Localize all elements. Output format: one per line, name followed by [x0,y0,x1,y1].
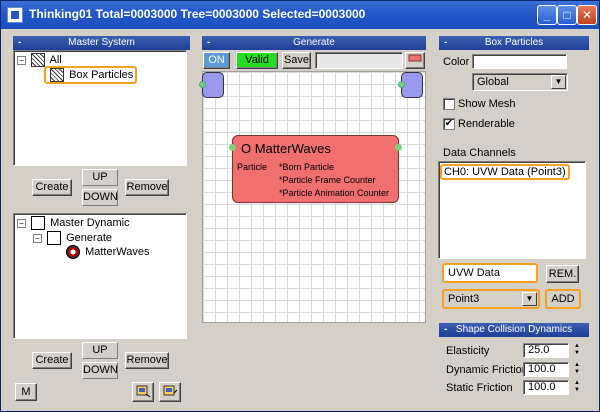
channel-name-input[interactable]: UVW Data [442,263,538,283]
static-friction-label: Static Friction [446,382,513,394]
collapse-icon[interactable]: − [17,218,26,228]
minimize-button[interactable]: _ [537,5,557,25]
thinking-window: Thinking01 Total=0003000 Tree=0003000 Se… [0,0,600,412]
channel-type-value: Point3 [448,293,480,305]
gear-icon [66,245,80,259]
down-button[interactable]: DOWN [82,189,118,206]
renderable-label: Renderable [458,118,515,130]
collapse-icon: - [207,37,211,48]
tree-item-box-particles[interactable]: Box Particles [44,66,138,84]
data-channels-list[interactable]: CH0: UVW Data (Point3) [438,161,586,259]
node-canvas[interactable]: O MatterWaves Particle *Born Particle *P… [199,71,426,323]
master-system-header[interactable]: - Master System [13,36,190,50]
valid-button[interactable]: Valid [236,52,278,69]
output-port[interactable] [398,72,423,98]
particle-group-icon [31,53,46,67]
box-particles-title: Box Particles [484,37,544,48]
node-output-born[interactable]: *Born Particle [279,162,334,172]
color-mode-value: Global [477,76,509,88]
chevron-down-icon[interactable]: ▼ [551,75,566,89]
load-icon[interactable] [132,382,154,402]
collapse-icon[interactable]: − [33,233,42,243]
create-button[interactable]: Create [32,179,72,196]
save-icon[interactable] [159,382,181,402]
remove-button[interactable]: Remove [125,179,169,196]
node-output-frame-counter[interactable]: *Particle Frame Counter [279,175,376,185]
down-button[interactable]: DOWN [82,362,118,379]
maximize-button[interactable]: □ [557,5,577,25]
tree-item-label: MatterWaves [85,245,150,258]
name-field[interactable] [315,52,403,69]
color-swatch[interactable] [472,54,567,69]
delete-button[interactable] [405,52,425,69]
connector-dot[interactable] [398,81,405,88]
color-mode-select[interactable]: Global ▼ [472,73,568,91]
connector-dot[interactable] [199,81,206,88]
dynamic-friction-spinner-icon[interactable]: ▲ ▼ [572,362,582,376]
generate-title: Generate [293,37,335,48]
tree-item-label: Box Particles [69,68,134,81]
rem-button[interactable]: REM. [546,265,579,283]
input-port[interactable] [199,72,224,98]
matterwaves-node[interactable]: O MatterWaves Particle *Born Particle *P… [229,135,402,203]
master-system-title: Master System [68,37,135,48]
connector-dot[interactable] [395,144,402,151]
close-button[interactable]: ✕ [577,5,597,25]
dynamic-friction-input[interactable]: 100.0 [523,362,569,377]
add-button[interactable]: ADD [545,289,581,309]
collapse-icon: - [444,37,448,48]
node-output-animation-counter[interactable]: *Particle Animation Counter [279,188,389,198]
node-title: O MatterWaves [241,141,331,156]
show-mesh-label: Show Mesh [458,98,516,110]
master-dynamic-tree[interactable]: − Master Dynamic − Generate MatterWaves [13,213,187,339]
dynamic-friction-label: Dynamic Friction [446,364,528,376]
data-channels-label: Data Channels [443,147,516,159]
elasticity-input[interactable]: 25.0 [523,343,569,358]
node-port-label: Particle [237,162,268,172]
channel-item[interactable]: CH0: UVW Data (Point3) [440,164,570,180]
static-friction-input[interactable]: 100.0 [523,380,569,395]
collapse-icon[interactable]: − [17,55,26,65]
shape-collision-header[interactable]: - Shape Collision Dynamics [439,323,589,337]
title-bar[interactable]: Thinking01 Total=0003000 Tree=0003000 Se… [1,1,599,29]
connector-dot[interactable] [229,144,236,151]
m-button[interactable]: M [15,383,37,401]
remove-button[interactable]: Remove [125,352,169,369]
up-button[interactable]: UP [82,169,118,186]
shape-collision-title: Shape Collision Dynamics [455,324,573,335]
on-button[interactable]: ON [203,52,230,69]
tree-item-label: Master Dynamic [50,216,130,229]
box-particles-header[interactable]: - Box Particles [439,36,589,50]
renderable-checkbox[interactable]: ✔ [443,118,455,130]
tree-item-matterwaves[interactable]: MatterWaves [64,245,149,259]
generate-header[interactable]: - Generate [202,36,426,50]
save-button[interactable]: Save [282,52,311,69]
tree-item-label: Generate [66,231,112,244]
collapse-icon: - [444,324,448,335]
tree-item-label: All [49,53,62,66]
master-system-tree[interactable]: − All Box Particles [13,50,187,166]
tree-item-generate[interactable]: − Generate [33,231,112,245]
window-title: Thinking01 Total=0003000 Tree=0003000 Se… [29,7,366,21]
create-button[interactable]: Create [32,352,72,369]
particle-group-icon [50,68,64,82]
static-friction-spinner-icon[interactable]: ▲ ▼ [572,380,582,394]
dynamic-icon [31,216,46,230]
elasticity-label: Elasticity [446,345,490,357]
color-label: Color [443,56,470,68]
up-button[interactable]: UP [82,342,118,359]
channel-type-select[interactable]: Point3 ▼ [442,289,540,309]
elasticity-spinner-icon[interactable]: ▲ ▼ [572,343,582,357]
chevron-down-icon[interactable]: ▼ [522,292,537,306]
tree-item-all[interactable]: − All [17,53,62,67]
app-icon [7,7,23,23]
tree-item-master-dynamic[interactable]: − Master Dynamic [17,216,130,230]
dynamic-icon [47,231,62,245]
collapse-icon: - [18,37,22,48]
show-mesh-checkbox[interactable] [443,98,455,110]
